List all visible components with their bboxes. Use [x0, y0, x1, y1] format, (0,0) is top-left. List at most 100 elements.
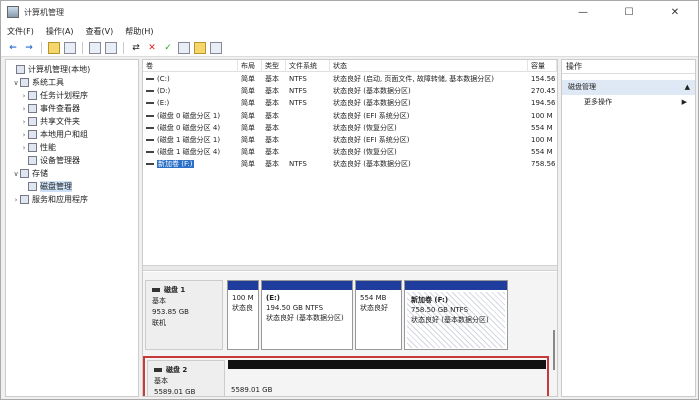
menu-view[interactable]: 查看(V)	[86, 26, 114, 37]
volume-cell-capacity: 100 M	[531, 136, 553, 145]
expand-toggle-icon[interactable]: ∨	[12, 79, 20, 87]
users-icon	[28, 130, 37, 139]
help-icon[interactable]	[105, 41, 117, 54]
volume-row[interactable]: (磁盘 0 磁盘分区 1) 简单 基本 状态良好 (EFI 系统分区) 100 M	[143, 110, 557, 122]
menu-file[interactable]: 文件(F)	[7, 26, 34, 37]
column-capacity[interactable]: 容量	[528, 60, 557, 72]
column-type[interactable]: 类型	[262, 60, 286, 72]
volume-cell-capacity: 194.56	[531, 99, 556, 108]
menu-help[interactable]: 帮助(H)	[125, 26, 153, 37]
volume-row[interactable]: (磁盘 1 磁盘分区 4) 简单 基本 状态良好 (恢复分区) 554 M	[143, 146, 557, 158]
volume-row[interactable]: (磁盘 0 磁盘分区 4) 简单 基本 状态良好 (恢复分区) 554 M	[143, 122, 557, 134]
maximize-button[interactable]: ☐	[606, 1, 652, 23]
volume-cell-name: (磁盘 1 磁盘分区 4)	[143, 146, 238, 158]
menu-bar: 文件(F) 操作(A) 查看(V) 帮助(H)	[1, 23, 698, 39]
volume-cell-status: 状态良好 (基本数据分区)	[333, 87, 411, 96]
volume-name: (磁盘 0 磁盘分区 1)	[157, 111, 221, 120]
disk-2-label[interactable]: 磁盘 2 基本 5589.01 GB	[147, 360, 225, 396]
properties-icon[interactable]	[89, 41, 101, 54]
column-layout[interactable]: 布局	[238, 60, 262, 72]
delete-icon[interactable]: ✕	[146, 42, 158, 54]
volume-row[interactable]: (磁盘 1 磁盘分区 1) 简单 基本 状态良好 (EFI 系统分区) 100 M	[143, 134, 557, 146]
expand-toggle-icon[interactable]: ›	[20, 92, 28, 100]
scrollbar-thumb[interactable]	[553, 330, 555, 370]
partition-efi[interactable]: 100 M 状态良	[227, 280, 259, 350]
submenu-arrow-icon: ▶	[681, 98, 687, 106]
volume-cell-status: 状态良好 (启动, 页面文件, 故障转储, 基本数据分区)	[333, 75, 495, 84]
expand-toggle-icon[interactable]: ›	[20, 105, 28, 113]
title-bar: 计算机管理 — ☐ ✕	[1, 1, 698, 23]
volume-row[interactable]: (C:) 简单 基本 NTFS 状态良好 (启动, 页面文件, 故障转储, 基本数据分区…	[143, 73, 557, 85]
actions-pane: 操作 磁盘管理 ▲ 更多操作 ▶	[561, 59, 696, 397]
volume-cell-name: (磁盘 0 磁盘分区 4)	[143, 122, 238, 134]
disk-icon	[152, 288, 160, 292]
menu-action[interactable]: 操作(A)	[46, 26, 74, 37]
expand-toggle-icon[interactable]: ›	[20, 144, 28, 152]
volume-cell-type: 基本	[265, 160, 279, 169]
expand-toggle-icon[interactable]: ∨	[12, 170, 20, 178]
tree-item-storage[interactable]: ∨ 存储	[6, 167, 138, 180]
tree-item-shared-folders[interactable]: › 共享文件夹	[6, 115, 138, 128]
volume-row[interactable]: (E:) 简单 基本 NTFS 状态良好 (基本数据分区) 194.56	[143, 97, 557, 109]
actions-section-disk-management[interactable]: 磁盘管理 ▲	[562, 80, 695, 95]
volume-row[interactable]: (D:) 简单 基本 NTFS 状态良好 (基本数据分区) 270.45	[143, 85, 557, 97]
more-actions-item[interactable]: 更多操作 ▶	[562, 95, 695, 109]
volume-list: (C:) 简单 基本 NTFS 状态良好 (启动, 页面文件, 故障转储, 基本数据分区…	[143, 73, 557, 171]
volume-cell-status: 状态良好 (恢复分区)	[333, 123, 397, 132]
tree-item-device-manager[interactable]: 设备管理器	[6, 154, 138, 167]
connect-icon[interactable]: ⇄	[130, 42, 142, 54]
computer-management-icon	[7, 6, 19, 18]
volume-cell-capacity: 154.56	[531, 75, 556, 84]
expand-toggle-icon[interactable]: ›	[20, 118, 28, 126]
collapse-arrow-icon[interactable]: ▲	[685, 80, 690, 95]
back-arrow-icon[interactable]: ←	[7, 42, 19, 54]
partition-recovery[interactable]: 554 MB 状态良好	[355, 280, 402, 350]
volume-cell-layout: 简单	[241, 75, 255, 84]
volume-cell-capacity: 100 M	[531, 111, 553, 120]
folder-up-icon[interactable]	[48, 41, 60, 54]
show-tree-icon[interactable]	[64, 41, 76, 54]
unallocated-bar[interactable]	[228, 360, 546, 369]
rescan-icon[interactable]	[178, 41, 190, 54]
volume-name: 新加卷 (F:)	[157, 160, 194, 169]
expand-toggle-icon[interactable]: ›	[20, 131, 28, 139]
volume-cell-name: (磁盘 1 磁盘分区 1)	[143, 134, 238, 146]
volume-cell-name: (C:)	[143, 73, 238, 85]
volume-cell-capacity: 554 M	[531, 148, 553, 157]
column-filesystem[interactable]: 文件系统	[286, 60, 330, 72]
view-icon[interactable]	[210, 41, 222, 54]
minimize-button[interactable]: —	[560, 1, 606, 23]
column-status[interactable]: 状态	[330, 60, 528, 72]
check-icon[interactable]: ✓	[162, 42, 174, 54]
tree-item-task-scheduler[interactable]: › 任务计划程序	[6, 89, 138, 102]
tree-item-disk-management[interactable]: 磁盘管理	[6, 180, 138, 193]
device-manager-icon	[28, 156, 37, 165]
volume-cell-fs: NTFS	[289, 99, 307, 108]
volume-icon	[146, 78, 154, 81]
expand-toggle-icon[interactable]: ›	[12, 196, 20, 204]
pane-splitter[interactable]	[143, 265, 557, 271]
volume-cell-status: 状态良好 (基本数据分区)	[333, 99, 411, 108]
column-volume[interactable]: 卷	[143, 60, 238, 72]
volume-icon	[146, 139, 154, 142]
tree-item-system-tools[interactable]: ∨ 系统工具	[6, 76, 138, 89]
import-icon[interactable]	[194, 41, 206, 54]
tree-item-services-apps[interactable]: › 服务和应用程序	[6, 193, 138, 206]
volume-cell-name: (E:)	[143, 97, 238, 109]
volume-cell-layout: 简单	[241, 99, 255, 108]
volume-row[interactable]: 新加卷 (F:) 简单 基本 NTFS 状态良好 (基本数据分区) 758.56	[143, 158, 557, 170]
disk-1-label[interactable]: 磁盘 1 基本 953.85 GB 联机	[145, 280, 223, 350]
volume-cell-name: 新加卷 (F:)	[143, 158, 238, 170]
vertical-scrollbar[interactable]	[551, 272, 557, 396]
disk-1-row: 磁盘 1 基本 953.85 GB 联机 100 M 状态良 (E:) 194.…	[143, 280, 551, 350]
tree-item-event-viewer[interactable]: › 事件查看器	[6, 102, 138, 115]
disk-management-pane: 卷 布局 类型 文件系统 状态 容量 (C:) 简单 基本 NTFS 状态良好 (启动,…	[142, 59, 558, 397]
forward-arrow-icon[interactable]: →	[23, 42, 35, 54]
tree-item-computer-management[interactable]: 计算机管理(本地)	[6, 63, 138, 76]
tree-item-performance[interactable]: › 性能	[6, 141, 138, 154]
tree-item-local-users[interactable]: › 本地用户和组	[6, 128, 138, 141]
partition-e[interactable]: (E:) 194.50 GB NTFS 状态良好 (基本数据分区)	[261, 280, 353, 350]
partition-f[interactable]: 新加卷 (F:) 758.50 GB NTFS 状态良好 (基本数据分区)	[404, 280, 508, 350]
close-button[interactable]: ✕	[652, 1, 698, 23]
volume-cell-layout: 简单	[241, 160, 255, 169]
